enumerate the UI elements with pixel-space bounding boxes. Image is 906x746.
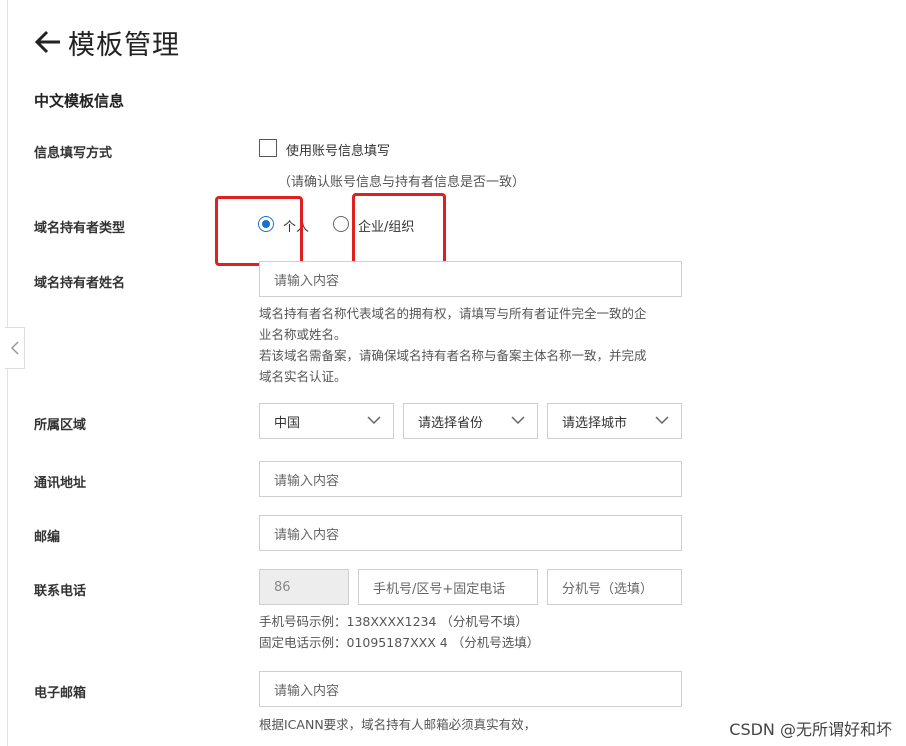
holder-name-help-line: 业名称或姓名。 [259, 327, 347, 342]
address-label: 通讯地址 [34, 476, 87, 491]
watermark: CSDN @无所谓好和坏 [729, 720, 892, 739]
holder-type-organization-radio[interactable] [333, 216, 349, 232]
holder-name-input[interactable]: 请输入内容 [259, 261, 682, 297]
email-help: 根据ICANN要求，域名持有人邮箱必须真实有效， [259, 717, 537, 732]
use-account-info-checkbox[interactable] [259, 139, 277, 157]
phone-help: 手机号码示例：138XXXX1234 （分机号不填） 固定电话示例：010951… [259, 611, 689, 653]
chevron-down-icon [511, 416, 525, 425]
phone-number-input[interactable]: 手机号/区号+固定电话 [358, 569, 538, 605]
country-select[interactable]: 中国 [259, 403, 394, 439]
province-select-value: 请选择省份 [418, 415, 484, 431]
phone-extension-input[interactable]: 分机号（选填） [547, 569, 682, 605]
chevron-down-icon [367, 416, 381, 425]
email-label: 电子邮箱 [34, 686, 87, 701]
page-title: 模板管理 [68, 29, 180, 61]
postcode-input[interactable]: 请输入内容 [259, 515, 682, 551]
back-arrow-icon[interactable] [34, 28, 64, 56]
section-title: 中文模板信息 [34, 92, 125, 110]
fill-method-tip: （请确认账号信息与持有者信息是否一致） [278, 175, 526, 190]
province-select[interactable]: 请选择省份 [403, 403, 538, 439]
holder-name-help: 域名持有者名称代表域名的拥有权，请填写与所有者证件完全一致的企 业名称或姓名。 … [259, 303, 689, 387]
chevron-down-icon [655, 416, 669, 425]
country-code-input: 86 [259, 569, 349, 605]
holder-name-help-line: 域名实名认证。 [259, 369, 347, 384]
holder-name-label: 域名持有者姓名 [34, 276, 126, 291]
phone-label: 联系电话 [34, 584, 87, 599]
address-input[interactable]: 请输入内容 [259, 461, 682, 497]
country-select-value: 中国 [274, 415, 301, 431]
use-account-info-label[interactable]: 使用账号信息填写 [286, 140, 390, 159]
holder-name-help-line: 域名持有者名称代表域名的拥有权，请填写与所有者证件完全一致的企 [259, 306, 647, 321]
holder-type-label: 域名持有者类型 [34, 221, 126, 236]
annotation-highlight-personal [215, 196, 303, 266]
phone-help-line: 手机号码示例：138XXXX1234 （分机号不填） [259, 614, 528, 629]
region-label: 所属区域 [34, 418, 87, 433]
page-header: 模板管理 [34, 24, 180, 61]
city-select-value: 请选择城市 [562, 415, 628, 431]
chevron-left-icon [10, 341, 19, 355]
city-select[interactable]: 请选择城市 [547, 403, 682, 439]
left-divider [7, 0, 8, 746]
holder-name-help-line: 若该域名需备案，请确保域名持有者名称与备案主体名称一致，并完成 [259, 348, 647, 363]
email-input[interactable]: 请输入内容 [259, 671, 682, 707]
phone-help-line: 固定电话示例：01095187XXX 4 （分机号选填） [259, 635, 540, 650]
postcode-label: 邮编 [34, 530, 61, 545]
sidebar-collapse-toggle[interactable] [5, 327, 25, 369]
fill-method-label: 信息填写方式 [34, 146, 113, 161]
